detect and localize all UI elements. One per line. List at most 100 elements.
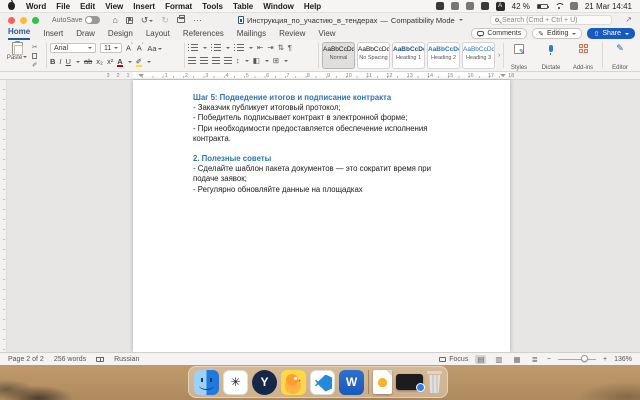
control-center-icon[interactable] [570, 2, 578, 10]
underline-button[interactable]: U [66, 57, 71, 66]
language-indicator[interactable]: Russian [114, 356, 139, 363]
zoom-out-button[interactable]: − [547, 356, 551, 363]
menu-item[interactable]: View [105, 2, 123, 11]
ribbon-tab[interactable]: View [318, 29, 335, 40]
web-layout-view-button[interactable]: ▥ [493, 355, 504, 364]
print-icon[interactable] [177, 17, 185, 23]
vscode-icon[interactable] [310, 370, 335, 395]
close-window-button[interactable] [8, 17, 15, 24]
doc-paragraph[interactable]: - Сделайте шаблон пакета документов — эт… [193, 164, 458, 184]
finder-icon[interactable] [194, 370, 219, 395]
style-card[interactable]: AaBbCcDdEe Heading 3 [462, 42, 495, 69]
styles-gallery-more[interactable]: › [498, 52, 500, 59]
ribbon-tab[interactable]: Layout [146, 29, 170, 40]
share-button[interactable]: ⇧ Share [587, 28, 635, 39]
shading-icon[interactable]: ◧ [253, 56, 260, 65]
comments-button[interactable]: Comments [471, 28, 527, 39]
superscript-button[interactable]: x² [107, 57, 113, 66]
font-name-select[interactable]: Arial [50, 43, 96, 53]
outline-view-button[interactable]: ▦ [512, 355, 523, 364]
more-commands-button[interactable]: ··· [193, 15, 202, 25]
align-right-icon[interactable] [212, 57, 220, 64]
multilevel-list-icon[interactable] [234, 44, 244, 51]
cut-icon[interactable]: ✂ [32, 43, 37, 51]
italic-button[interactable]: I [59, 57, 61, 66]
ribbon-tab[interactable]: Insert [43, 29, 63, 40]
increase-indent-icon[interactable]: ⇥ [267, 43, 273, 52]
shrink-font-button[interactable]: Aˇ [137, 43, 144, 53]
menubar-clock[interactable]: 21 Mar 14:41 [585, 2, 632, 11]
status-app-icon[interactable] [451, 2, 459, 10]
save-icon[interactable] [126, 17, 133, 24]
editor-button[interactable]: ✎ Editor [609, 42, 631, 74]
menu-item[interactable]: File [56, 2, 70, 11]
document-file-icon[interactable] [373, 370, 392, 394]
status-app-icon[interactable] [436, 2, 444, 10]
word-app-icon[interactable]: W [339, 370, 364, 395]
ribbon-tab[interactable]: Design [108, 29, 133, 40]
doc-paragraph[interactable]: - Регулярно обновляйте данные на площадк… [193, 185, 458, 195]
menu-item[interactable]: Word [26, 2, 46, 11]
screenshot-preview-icon[interactable] [396, 374, 423, 390]
menu-item[interactable]: Window [263, 2, 294, 11]
doc-paragraph[interactable]: - Заказчик публикует итоговый протокол; [193, 103, 458, 113]
change-case-button[interactable]: Aa [147, 44, 161, 53]
page-indicator[interactable]: Page 2 of 2 [8, 356, 44, 363]
numbered-list-icon[interactable] [211, 44, 221, 51]
menu-item[interactable]: Edit [80, 2, 95, 11]
zoom-percent[interactable]: 136% [614, 356, 632, 363]
style-card[interactable]: AaBbCcDdE Heading 1 [392, 42, 425, 69]
menu-item[interactable]: Format [165, 2, 192, 11]
ribbon-tab[interactable]: Draw [76, 29, 95, 40]
doc-paragraph[interactable]: 2. Полезные советы [193, 154, 458, 164]
keyboard-layout-icon[interactable]: A [496, 2, 505, 11]
ribbon-tab[interactable]: Home [8, 27, 30, 40]
word-count[interactable]: 256 words [54, 356, 86, 363]
doc-paragraph[interactable]: Шаг 5: Подведение итогов и подписание ко… [193, 93, 458, 103]
grow-font-button[interactable]: Aˆ [126, 43, 133, 53]
editing-dropdown[interactable]: ✎ Editing [532, 28, 582, 39]
share-link-icon[interactable]: ↗ [625, 15, 632, 24]
trash-icon[interactable] [427, 371, 442, 393]
align-center-icon[interactable] [200, 57, 208, 64]
draft-view-button[interactable]: ≣ [530, 355, 540, 364]
zoom-in-button[interactable]: + [603, 356, 607, 363]
zoom-window-button[interactable] [32, 17, 39, 24]
subscript-button[interactable]: x₂ [96, 57, 103, 66]
zoom-slider-knob[interactable] [581, 355, 588, 362]
menu-item[interactable]: Table [233, 2, 253, 11]
chatgpt-icon[interactable]: ✳ [223, 370, 248, 395]
bullet-list-icon[interactable] [188, 44, 198, 51]
status-app-icon[interactable] [481, 2, 489, 10]
borders-icon[interactable]: ⊞ [273, 56, 279, 65]
doc-paragraph[interactable]: - Победитель подписывает контракт в элек… [193, 113, 458, 123]
bold-button[interactable]: B [50, 57, 55, 66]
compatibility-mode-label[interactable]: Compatibility Mode [391, 16, 455, 25]
menu-item[interactable]: Tools [202, 2, 223, 11]
proofing-icon[interactable] [96, 357, 104, 362]
style-card[interactable]: AaBbCcDdEe Heading 2 [427, 42, 460, 69]
style-card[interactable]: AaBbCcDdEe Normal [322, 42, 355, 69]
zoom-slider[interactable] [558, 359, 596, 360]
vertical-ruler[interactable] [0, 80, 7, 352]
style-card[interactable]: AaBbCcDdEe No Spacing [357, 42, 390, 69]
doc-paragraph[interactable]: - При необходимости предоставляется обес… [193, 124, 458, 144]
ribbon-tab[interactable]: Review [279, 29, 305, 40]
align-left-icon[interactable] [188, 57, 196, 64]
search-input[interactable]: Search (Cmd + Ctrl + U) [490, 15, 612, 25]
ribbon-tab[interactable]: Mailings [237, 29, 266, 40]
font-color-button[interactable]: A [117, 57, 122, 66]
minimize-window-button[interactable] [20, 17, 27, 24]
strikethrough-button[interactable]: ab [84, 57, 92, 66]
decrease-indent-icon[interactable]: ⇤ [257, 43, 263, 52]
show-marks-icon[interactable]: ¶ [288, 43, 292, 52]
menu-item[interactable]: Insert [133, 2, 155, 11]
print-layout-view-button[interactable]: ▤ [475, 355, 486, 364]
horizontal-ruler[interactable]: 321 123456789101112131415161718 [0, 72, 640, 80]
font-size-select[interactable]: 11 [100, 43, 122, 53]
apple-menu-icon[interactable] [8, 2, 15, 10]
highlight-button[interactable]: ✐ [136, 57, 142, 66]
paste-button[interactable]: Paste [5, 42, 29, 62]
focus-button[interactable]: Focus [439, 356, 468, 363]
format-painter-icon[interactable]: ✐ [32, 61, 37, 69]
